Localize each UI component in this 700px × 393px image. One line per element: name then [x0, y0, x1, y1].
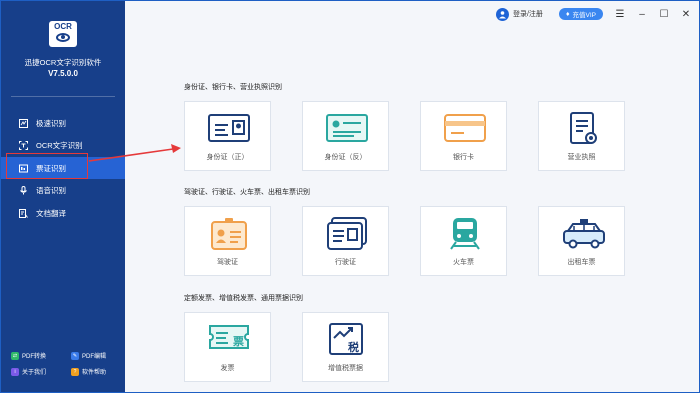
- quick-scan-icon: [19, 118, 28, 128]
- sidebar-item-quick-scan[interactable]: 极速识别: [1, 112, 125, 134]
- app-version: V7.5.0.0: [48, 69, 78, 78]
- sidebar-item-label: 语音识别: [36, 186, 66, 195]
- id-card-front-icon: [208, 114, 250, 142]
- pdf-convert-label: PDF转换: [22, 354, 47, 360]
- minimize-icon[interactable]: –: [637, 9, 647, 20]
- taxi-ticket-icon: [563, 219, 605, 249]
- svg-text:票: 票: [233, 335, 244, 348]
- app-window: OCR 迅捷OCR文字识别软件 V7.5.0.0 极速识别 OCR文字识别 票证…: [0, 0, 700, 393]
- sidebar-item-label: 极速识别: [36, 118, 66, 128]
- card-label: 增值税票据: [328, 365, 363, 372]
- sidebar-item-voice[interactable]: 语音识别: [1, 180, 125, 202]
- menu-icon[interactable]: ☰: [615, 9, 625, 20]
- card-label: 行驶证: [335, 259, 356, 266]
- sidebar-item-label: 文档翻译: [36, 208, 66, 218]
- pdf-convert-link[interactable]: ⇄ PDF转换: [11, 351, 46, 360]
- business-license-icon: [570, 112, 597, 144]
- vehicle-license-icon: [327, 217, 367, 250]
- card-id-front[interactable]: 身份证（正）: [184, 101, 271, 171]
- card-vehicle-license[interactable]: 行驶证: [302, 206, 389, 276]
- microphone-icon: [19, 186, 28, 195]
- pdf-edit-label: PDF编辑: [82, 354, 107, 360]
- topbar: 登录/注册 ♦ 充值VIP ☰ – ☐ ✕: [125, 1, 699, 27]
- about-link[interactable]: i 关于我们: [11, 367, 46, 376]
- card-label: 出租车票: [567, 259, 596, 266]
- vip-icon: ♦: [565, 10, 570, 18]
- card-train-ticket[interactable]: 火车票: [420, 206, 507, 276]
- card-taxi-ticket[interactable]: 出租车票: [538, 206, 625, 276]
- sidebar-item-label: OCR文字识别: [36, 141, 83, 150]
- vat-invoice-icon: 税: [329, 323, 363, 355]
- eye-pupil: [61, 35, 65, 39]
- annotation-highlight-box: [6, 153, 88, 179]
- card-vat-invoice[interactable]: 税 增值税票据: [302, 312, 389, 382]
- about-icon: i: [11, 367, 19, 376]
- app-logo: OCR: [49, 21, 77, 47]
- sidebar-item-translate[interactable]: 文档翻译: [1, 202, 125, 224]
- sidebar-divider: [11, 96, 115, 97]
- logo-text: OCR: [54, 22, 72, 31]
- card-label: 火车票: [453, 259, 474, 266]
- card-label: 身份证（正）: [206, 154, 249, 161]
- help-label: 软件帮助: [82, 370, 107, 376]
- card-invoice[interactable]: 票 发票: [184, 312, 271, 382]
- driver-license-icon: [211, 218, 247, 250]
- close-icon[interactable]: ✕: [681, 9, 691, 20]
- pdf-convert-icon: ⇄: [11, 351, 19, 360]
- pdf-edit-icon: ✎: [71, 351, 79, 360]
- pdf-edit-link[interactable]: ✎ PDF编辑: [71, 351, 106, 360]
- help-link[interactable]: ? 软件帮助: [71, 367, 106, 376]
- ocr-frame-icon: [19, 141, 28, 150]
- card-bank[interactable]: 银行卡: [420, 101, 507, 171]
- card-label: 身份证（反）: [324, 154, 367, 161]
- svg-text:税: 税: [348, 340, 359, 354]
- section-title-id: 身份证、银行卡、营业执照识别: [184, 84, 282, 91]
- about-label: 关于我们: [22, 370, 47, 376]
- id-card-back-icon: [326, 114, 368, 142]
- sidebar: OCR 迅捷OCR文字识别软件 V7.5.0.0 极速识别 OCR文字识别 票证…: [1, 1, 125, 392]
- card-business-license[interactable]: 营业执照: [538, 101, 625, 171]
- train-ticket-icon: [450, 218, 480, 250]
- topbar-actions: 登录/注册 ♦ 充值VIP ☰ – ☐ ✕: [495, 5, 699, 23]
- card-driver-license[interactable]: 驾驶证: [184, 206, 271, 276]
- card-id-back[interactable]: 身份证（反）: [302, 101, 389, 171]
- login-register-link[interactable]: 登录/注册: [513, 9, 543, 19]
- user-avatar-icon[interactable]: [495, 7, 509, 21]
- help-icon: ?: [71, 367, 79, 376]
- section-title-invoice: 定额发票、增值税发票、通用票据识别: [184, 295, 303, 302]
- card-label: 驾驶证: [217, 259, 238, 266]
- card-label: 营业执照: [567, 154, 596, 161]
- invoice-icon: 票: [209, 325, 249, 349]
- section-title-license: 驾驶证、行驶证、火车票、出租车票识别: [184, 189, 310, 196]
- card-label: 银行卡: [453, 154, 474, 161]
- bank-card-icon: [444, 114, 486, 142]
- vip-recharge-button[interactable]: ♦ 充值VIP: [558, 8, 603, 20]
- vip-label: 充值VIP: [572, 12, 596, 19]
- app-name: 迅捷OCR文字识别软件: [24, 58, 102, 67]
- main-content: 身份证、银行卡、营业执照识别 身份证（正） 身份证（反） 银行卡 营业执照 驾驶…: [125, 27, 699, 392]
- maximize-icon[interactable]: ☐: [659, 9, 669, 20]
- translate-icon: [19, 208, 28, 218]
- card-label: 发票: [220, 365, 235, 372]
